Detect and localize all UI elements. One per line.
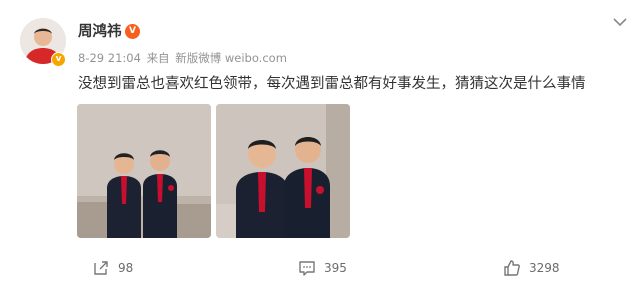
author-name[interactable]: 周鸿祎 [78, 23, 122, 41]
post-text: 没想到雷总也喜欢红色领带，每次遇到雷总都有好事发生，猜猜这次是什么事情 [78, 76, 586, 92]
repost-count: 98 [118, 261, 134, 275]
like-count: 3298 [529, 261, 560, 275]
comment-icon [299, 261, 315, 276]
post-actions: 98 395 3298 [0, 256, 641, 280]
post-image-2[interactable] [216, 104, 350, 238]
source-prefix: 来自 [146, 51, 170, 65]
vip-badge-icon[interactable]: V [125, 24, 140, 39]
post-date[interactable]: 8-29 21:04 [78, 51, 141, 65]
comment-button[interactable]: 395 [298, 256, 347, 280]
weibo-post-card: v 周鸿祎 V 8-29 21:04 来自 新版微博 weibo.com 没想到… [0, 0, 641, 288]
chevron-down-icon [613, 18, 627, 27]
thumbs-up-icon [504, 260, 520, 276]
verified-badge-icon: v [51, 52, 66, 67]
repost-icon [94, 261, 108, 275]
more-options-button[interactable] [612, 14, 628, 28]
post-meta: 8-29 21:04 来自 新版微博 weibo.com [78, 51, 289, 65]
comment-count: 395 [324, 261, 347, 275]
post-image-1[interactable] [77, 104, 211, 238]
repost-button[interactable]: 98 [92, 256, 133, 280]
post-source: 新版微博 weibo.com [175, 51, 287, 65]
like-button[interactable]: 3298 [503, 256, 560, 280]
